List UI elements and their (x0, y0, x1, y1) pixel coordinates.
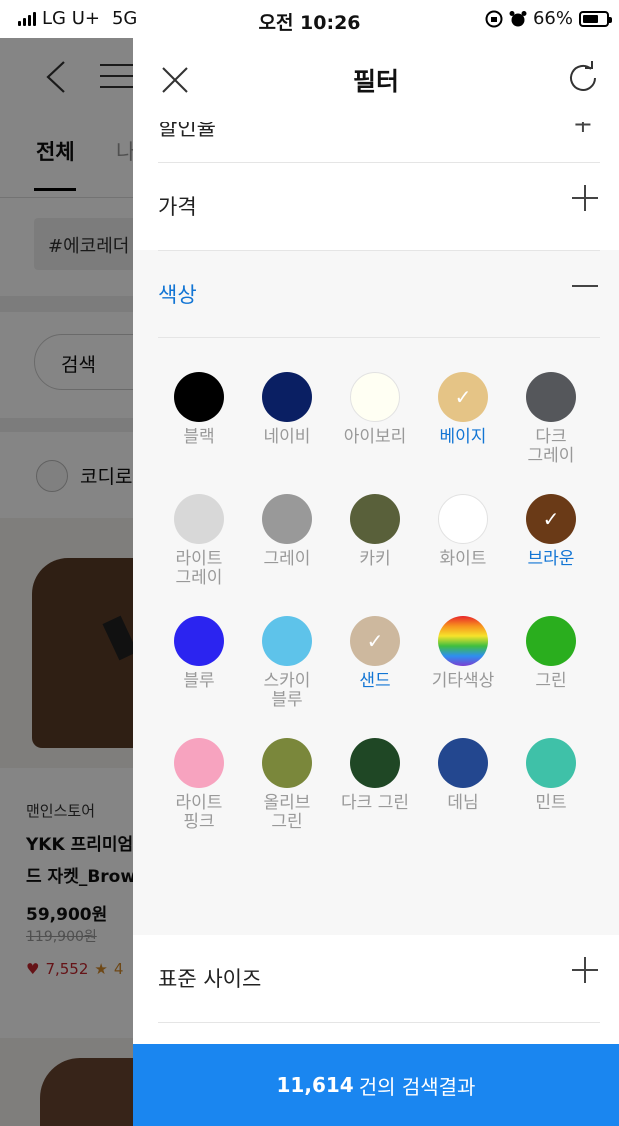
color-option-denim[interactable]: 데님 (419, 738, 507, 813)
color-option-label: 민트 (535, 793, 567, 813)
color-option-blue[interactable]: 블루 (155, 616, 243, 691)
color-swatch (174, 372, 224, 422)
filter-panel: 필터 할인율 + 가격 색상 블랙 네이비 아이보리 ✓ 베이지 다크 그레이 라이트 그레… (133, 38, 619, 1126)
color-option-label: 올리브 그린 (263, 793, 311, 832)
color-option-beige[interactable]: ✓ 베이지 (419, 372, 507, 447)
color-option-label: 네이비 (263, 427, 311, 447)
color-option-label: 기타색상 (431, 671, 495, 691)
color-option-light-gray[interactable]: 라이트 그레이 (155, 494, 243, 588)
color-option-black[interactable]: 블랙 (155, 372, 243, 447)
color-option-label: 베이지 (439, 427, 487, 447)
color-section: 색상 블랙 네이비 아이보리 ✓ 베이지 다크 그레이라이트 그레이 그레이 카키 화이트 ✓ 브라… (133, 250, 619, 1114)
standard-size-section[interactable]: 표준 사이즈 (158, 935, 600, 1023)
price-section[interactable]: 가격 (158, 162, 600, 250)
color-option-label: 블랙 (183, 427, 215, 447)
search-results-button[interactable]: 11,614 건의 검색결과 (133, 1044, 619, 1126)
color-option-sky-blue[interactable]: 스카이 블루 (243, 616, 331, 710)
color-option-navy[interactable]: 네이비 (243, 372, 331, 447)
color-swatch (350, 738, 400, 788)
color-swatch (438, 738, 488, 788)
check-icon: ✓ (454, 385, 472, 409)
color-label: 색상 (158, 283, 197, 307)
color-swatch (526, 616, 576, 666)
color-option-label: 아이보리 (343, 427, 407, 447)
color-option-label: 스카이 블루 (263, 671, 311, 710)
color-option-dark-green[interactable]: 다크 그린 (331, 738, 419, 813)
color-section-header[interactable]: 색상 (158, 250, 600, 338)
result-count: 11,614 (276, 1073, 354, 1097)
color-option-label: 데님 (447, 793, 479, 813)
filter-title: 필터 (352, 67, 399, 96)
battery-percent: 66% (532, 8, 573, 29)
battery-icon (579, 10, 612, 27)
rotation-lock-icon (485, 10, 503, 27)
color-option-label: 화이트 (439, 549, 487, 569)
color-swatch (174, 738, 224, 788)
color-option-dark-gray[interactable]: 다크 그레이 (507, 372, 595, 466)
color-option-white[interactable]: 화이트 (419, 494, 507, 569)
plus-icon (572, 957, 598, 983)
color-swatch (438, 494, 488, 544)
color-option-ivory[interactable]: 아이보리 (331, 372, 419, 447)
color-swatch (174, 616, 224, 666)
color-swatch: ✓ (438, 372, 488, 422)
color-swatch: ✓ (350, 616, 400, 666)
color-option-green[interactable]: 그린 (507, 616, 595, 691)
color-swatch (350, 494, 400, 544)
color-swatch (262, 494, 312, 544)
color-option-light-pink[interactable]: 라이트 핑크 (155, 738, 243, 832)
color-option-khaki[interactable]: 카키 (331, 494, 419, 569)
color-option-olive-green[interactable]: 올리브 그린 (243, 738, 331, 832)
color-option-label: 카키 (359, 549, 391, 569)
color-option-label: 다크 그린 (341, 793, 409, 813)
color-option-label: 샌드 (359, 671, 391, 691)
color-swatch (526, 372, 576, 422)
color-option-label: 브라운 (527, 549, 575, 569)
color-option-label: 라이트 핑크 (175, 793, 223, 832)
plus-icon (572, 185, 598, 211)
color-swatch (438, 616, 488, 666)
alarm-icon (509, 10, 527, 26)
color-swatch (262, 616, 312, 666)
battery-fill (583, 14, 598, 23)
color-swatch: ✓ (526, 494, 576, 544)
filter-header: 필터 (133, 38, 619, 122)
color-option-label: 그레이 (263, 549, 311, 569)
color-swatch (262, 372, 312, 422)
color-option-label: 그린 (535, 671, 567, 691)
color-option-gray[interactable]: 그레이 (243, 494, 331, 569)
color-option-mint[interactable]: 민트 (507, 738, 595, 813)
color-option-brown[interactable]: ✓ 브라운 (507, 494, 595, 569)
price-label: 가격 (158, 195, 197, 219)
color-option-label: 블루 (183, 671, 215, 691)
standard-size-label: 표준 사이즈 (158, 967, 262, 991)
color-swatch (526, 738, 576, 788)
color-option-label: 라이트 그레이 (175, 549, 223, 588)
color-swatch (350, 372, 400, 422)
result-suffix: 건의 검색결과 (358, 1074, 476, 1099)
refresh-icon[interactable] (565, 60, 601, 96)
check-icon: ✓ (366, 629, 384, 653)
status-bar: LG U+ 5G 오전 10:26 66% (0, 0, 619, 38)
check-icon: ✓ (542, 507, 560, 531)
color-swatch (174, 494, 224, 544)
status-bar-right: 66% (485, 8, 612, 29)
color-option-other[interactable]: 기타색상 (419, 616, 507, 691)
color-option-label: 다크 그레이 (527, 427, 575, 466)
minus-icon (572, 273, 598, 299)
color-option-sand[interactable]: ✓ 샌드 (331, 616, 419, 691)
color-swatch (262, 738, 312, 788)
